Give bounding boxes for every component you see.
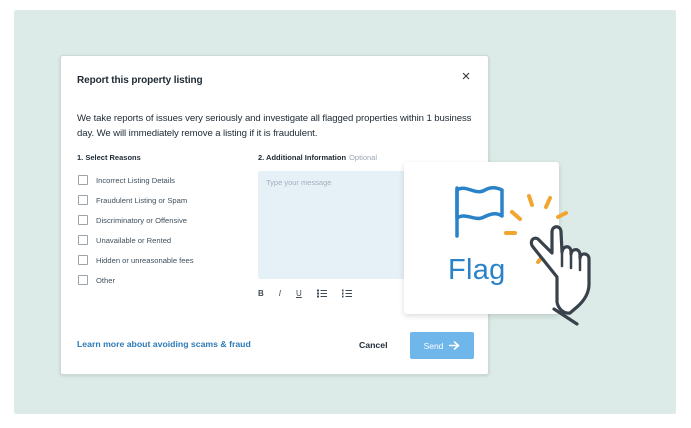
send-label: Send [423, 340, 444, 351]
checkbox[interactable] [78, 235, 88, 245]
italic-button[interactable]: I [279, 289, 281, 298]
message-textarea[interactable]: Type your message [258, 171, 426, 279]
checkbox[interactable] [78, 255, 88, 265]
send-arrow-icon [449, 341, 460, 350]
checkbox[interactable] [78, 215, 88, 225]
reason-label: Hidden or unreasonable fees [96, 255, 194, 265]
flag-label: Flag [448, 254, 506, 286]
formatting-toolbar: B I U [258, 289, 352, 298]
cancel-button[interactable]: Cancel [359, 340, 388, 350]
send-button[interactable]: Send [410, 332, 474, 359]
reason-discriminatory[interactable]: Discriminatory or Offensive [78, 210, 194, 230]
checkbox[interactable] [78, 175, 88, 185]
dialog-title: Report this property listing [77, 75, 203, 86]
message-placeholder: Type your message [266, 178, 332, 187]
bulleted-list-icon[interactable] [316, 289, 327, 298]
checkbox[interactable] [78, 195, 88, 205]
underline-button[interactable]: U [296, 289, 302, 298]
reason-label: Other [96, 275, 115, 285]
flag-icon [455, 185, 504, 238]
reason-label: Incorrect Listing Details [96, 175, 175, 185]
optional-label: Optional [349, 153, 377, 162]
reason-label: Discriminatory or Offensive [96, 215, 188, 225]
reason-other[interactable]: Other [78, 270, 194, 290]
reason-incorrect-listing[interactable]: Incorrect Listing Details [78, 170, 194, 190]
reason-hidden-fees[interactable]: Hidden or unreasonable fees [78, 250, 194, 270]
reason-label: Fraudulent Listing or Spam [96, 195, 188, 205]
reason-label: Unavailable or Rented [96, 235, 172, 245]
numbered-list-icon[interactable] [341, 289, 352, 298]
bold-button[interactable]: B [258, 289, 264, 298]
learn-more-link[interactable]: Learn more about avoiding scams & fraud [77, 339, 251, 349]
reason-unavailable[interactable]: Unavailable or Rented [78, 230, 194, 250]
additional-info-label: 2. Additional Information [258, 153, 347, 162]
close-icon[interactable]: × [458, 69, 474, 85]
reason-fraudulent-spam[interactable]: Fraudulent Listing or Spam [78, 190, 194, 210]
reason-list: Incorrect Listing Details Fraudulent Lis… [78, 170, 194, 290]
dialog-description: We take reports of issues very seriously… [77, 113, 472, 139]
checkbox[interactable] [78, 275, 88, 285]
select-reasons-heading: 1. Select Reasons [77, 153, 141, 162]
pointing-hand-icon [504, 194, 591, 326]
additional-info-heading: 2. Additional Information Optional [258, 153, 377, 162]
